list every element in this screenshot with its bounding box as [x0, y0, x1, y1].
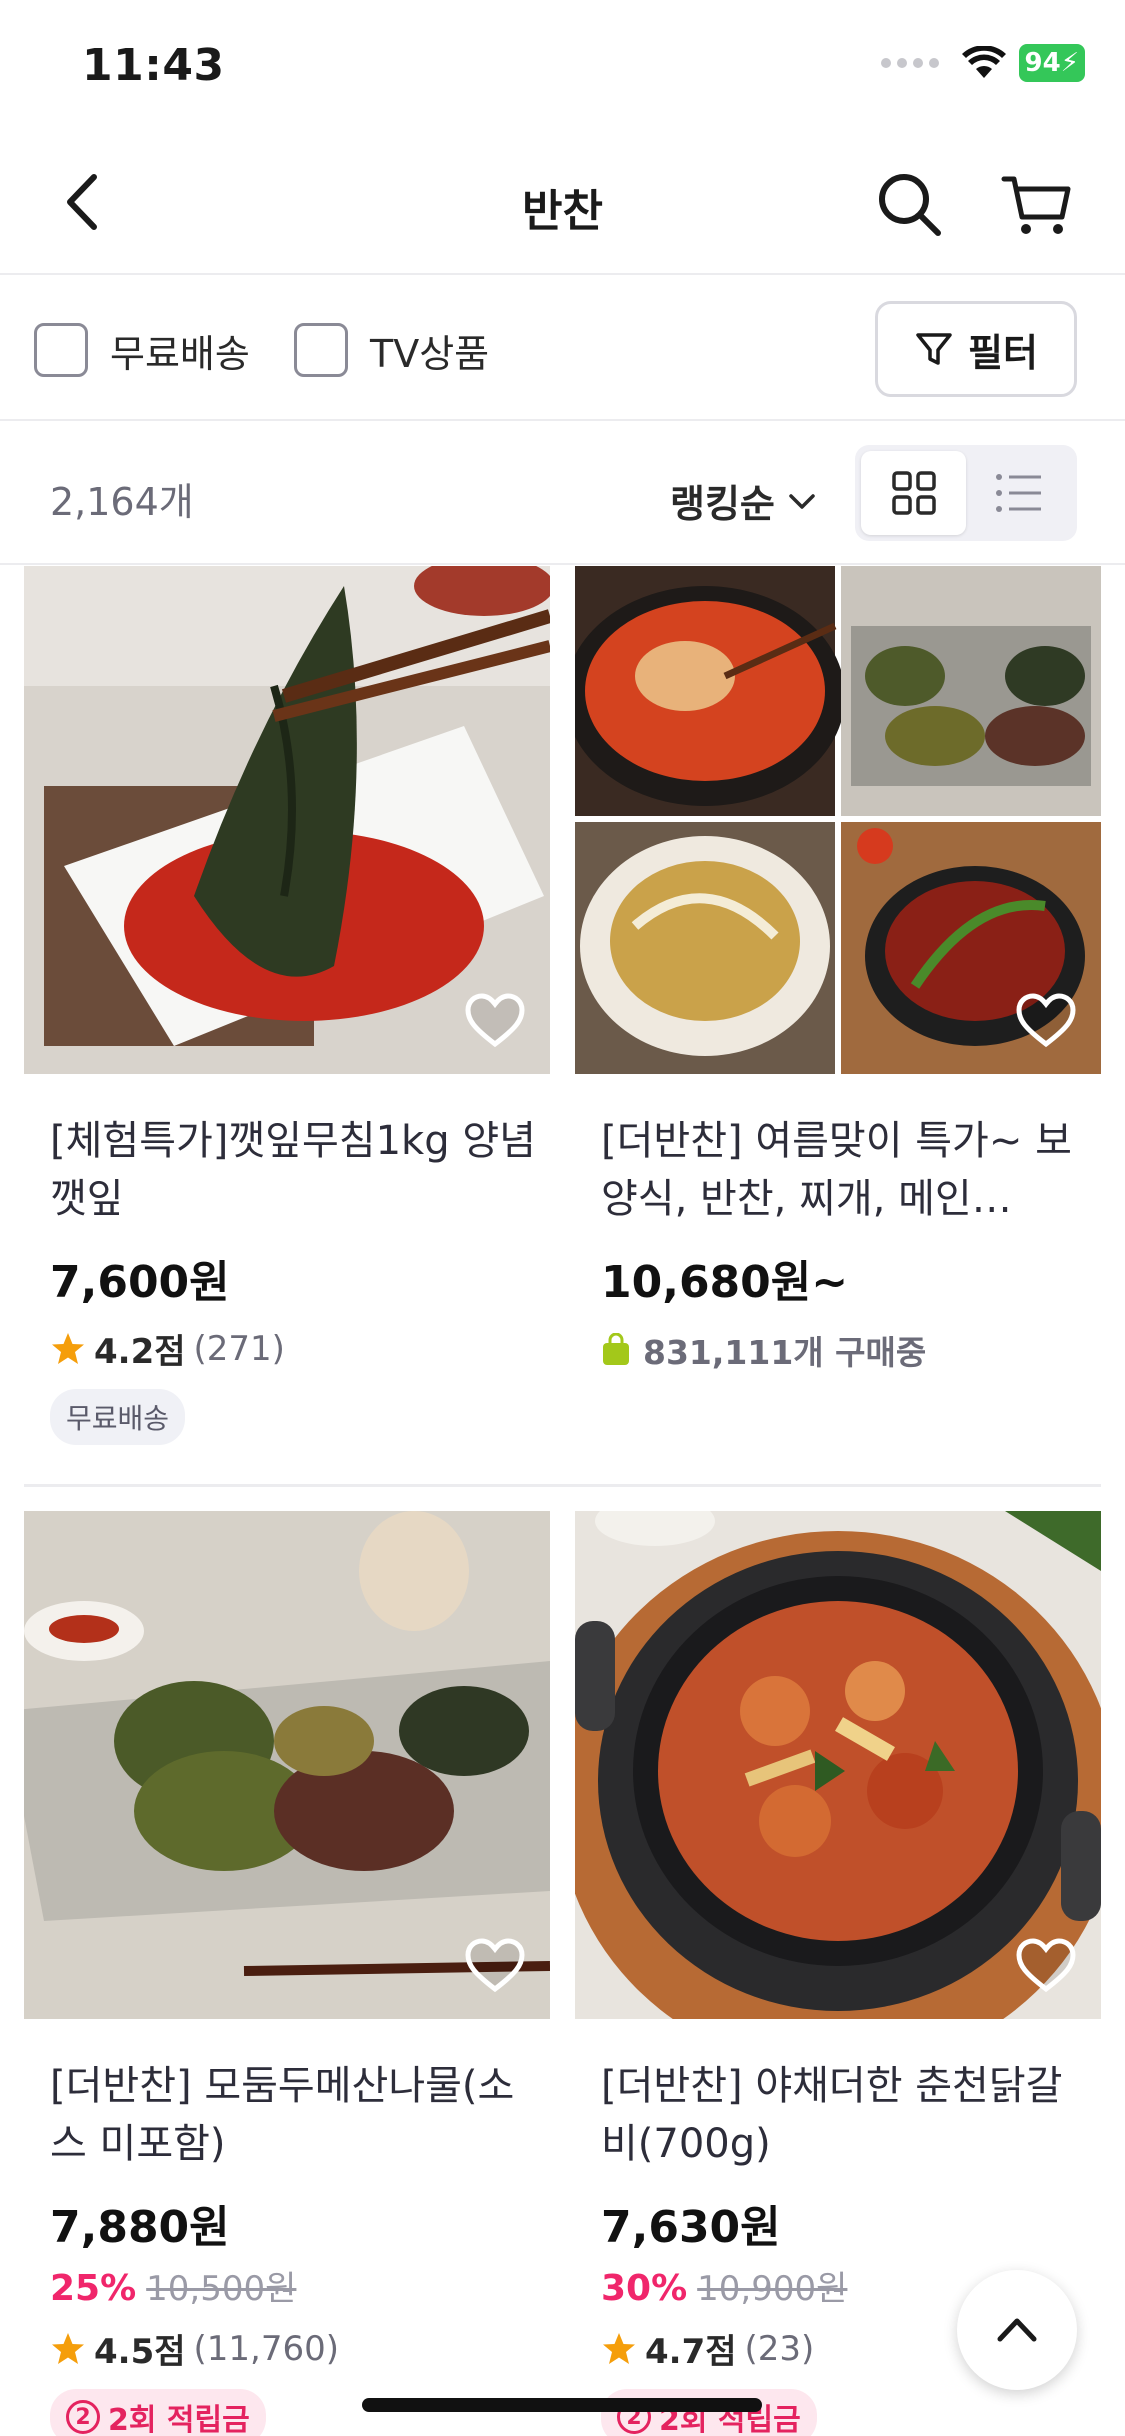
star-icon [603, 2332, 635, 2364]
row-divider [24, 1484, 1101, 1487]
purchase-count: 831,111개 구매중 [601, 1326, 1101, 1374]
reward-points-badge: 2 2회 적립금 [601, 2389, 817, 2436]
product-rating: 4.5점 (11,760) [50, 2324, 550, 2373]
sort-bar: 2,164개 랭킹순 [0, 423, 1125, 565]
list-view-button[interactable] [966, 451, 1071, 535]
grid-view-button[interactable] [861, 451, 966, 535]
search-icon [879, 174, 941, 236]
sort-label: 랭킹순 [670, 482, 775, 526]
product-title[interactable]: [더반찬] 야채더한 춘천닭갈비(700g) [601, 2057, 1091, 2173]
product-card[interactable]: [체험특가]깻잎무침1kg 양념깻잎 7,600원 4.2점 (271) 무료배… [24, 566, 550, 1445]
filter-bar: 무료배송 TV상품 필터 [0, 277, 1125, 421]
rating-count: (271) [193, 1328, 285, 1369]
star-icon [52, 1332, 84, 1364]
back-button[interactable] [50, 167, 120, 237]
status-bar: 11:43 94⚡ [0, 0, 1125, 135]
original-price: 10,500원 [146, 2269, 297, 2309]
filter-button[interactable]: 필터 [875, 301, 1077, 397]
tv-product-checkbox[interactable]: TV상품 [294, 322, 489, 378]
battery-indicator: 94⚡ [1018, 44, 1085, 82]
product-image[interactable] [575, 566, 1101, 1074]
heart-icon[interactable] [1015, 992, 1077, 1050]
purchase-count-text: 831,111개 구매중 [643, 1333, 927, 1372]
battery-level: 94 [1024, 48, 1061, 78]
original-price: 10,900원 [697, 2269, 848, 2309]
product-image[interactable] [24, 566, 550, 1074]
free-shipping-label: 무료배송 [110, 331, 250, 376]
star-icon [52, 2332, 84, 2364]
status-time: 11:43 [82, 40, 225, 91]
funnel-icon [916, 333, 952, 365]
product-title[interactable]: [더반찬] 여름맞이 특가~ 보양식, 반찬, 찌개, 메인… [601, 1112, 1091, 1228]
discount-rate: 30% [601, 2268, 688, 2309]
free-shipping-checkbox[interactable]: 무료배송 [34, 322, 250, 378]
wifi-icon [961, 46, 1006, 78]
rating-count: (23) [744, 2328, 815, 2369]
free-shipping-badge: 무료배송 [50, 1389, 186, 1445]
chevron-left-icon [67, 174, 97, 230]
rating-value: 4.2점 [94, 1332, 186, 1372]
heart-icon[interactable] [464, 1937, 526, 1995]
cart-button[interactable] [998, 165, 1078, 245]
chevron-down-icon [789, 493, 815, 509]
filter-button-label: 필터 [968, 330, 1038, 375]
view-toggle [855, 445, 1077, 541]
reward-label: 2회 적립금 [108, 2403, 250, 2436]
page-title: 반찬 [522, 186, 603, 237]
checkbox-box[interactable] [294, 323, 348, 377]
status-indicators: 94⚡ [880, 44, 1085, 82]
result-count: 2,164개 [50, 480, 194, 524]
discount-rate: 25% [50, 2268, 137, 2309]
product-title[interactable]: [더반찬] 모둠두메산나물(소스 미포함) [50, 2057, 540, 2173]
product-card[interactable]: [더반찬] 모둠두메산나물(소스 미포함) 7,880원 25% 10,500원… [24, 1511, 550, 2436]
product-discount: 25% 10,500원 [50, 2261, 550, 2310]
sort-dropdown[interactable]: 랭킹순 [670, 473, 817, 528]
product-image[interactable] [575, 1511, 1101, 2019]
rating-value: 4.7점 [645, 2332, 737, 2372]
scroll-to-top-button[interactable] [957, 2270, 1077, 2390]
rating-value: 4.5점 [94, 2332, 186, 2372]
top-navigation-bar: 반찬 [0, 135, 1125, 275]
reward-number: 2 [66, 2400, 100, 2434]
shopping-bag-icon [603, 1333, 629, 1365]
cart-icon [1001, 176, 1071, 234]
tv-product-label: TV상품 [370, 331, 490, 376]
product-rating: 4.2점 (271) [50, 1324, 550, 1373]
list-icon [995, 474, 1041, 512]
product-price: 7,630원 [601, 2202, 781, 2253]
checkbox-box[interactable] [34, 323, 88, 377]
product-price: 10,680원~ [601, 1257, 849, 1308]
grid-icon [891, 471, 936, 515]
product-price: 7,880원 [50, 2202, 230, 2253]
signal-icon [880, 58, 939, 68]
chevron-up-icon [997, 2318, 1037, 2342]
product-image[interactable] [24, 1511, 550, 2019]
search-button[interactable] [870, 165, 950, 245]
heart-icon[interactable] [464, 992, 526, 1050]
product-title[interactable]: [체험특가]깻잎무침1kg 양념깻잎 [50, 1112, 540, 1228]
product-price: 7,600원 [50, 1257, 230, 1308]
rating-count: (11,760) [193, 2328, 340, 2369]
home-indicator[interactable] [362, 2398, 762, 2412]
reward-points-badge: 2 2회 적립금 [50, 2389, 266, 2436]
heart-icon[interactable] [1015, 1937, 1077, 1995]
product-card[interactable]: [더반찬] 여름맞이 특가~ 보양식, 반찬, 찌개, 메인… 10,680원~… [575, 566, 1101, 1374]
